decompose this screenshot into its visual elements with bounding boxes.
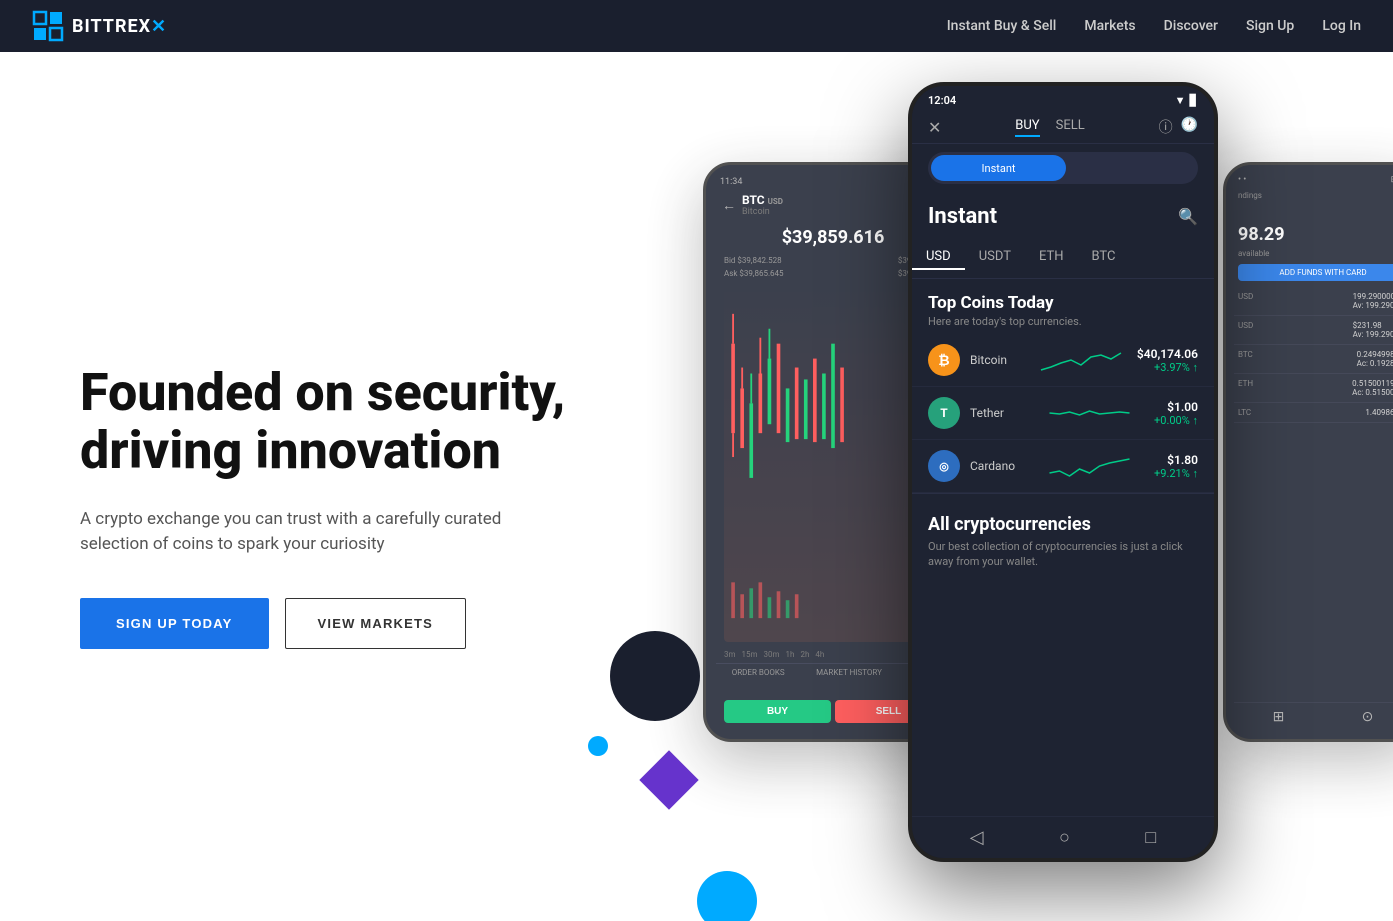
right-row-3: ETH 0.51500119Ac: 0.51500119 <box>1234 374 1393 403</box>
front-header-tabs: BUY SELL <box>1015 118 1084 137</box>
tether-price: $1.00 <box>1154 400 1198 414</box>
coin-row-btc[interactable]: ₿ Bitcoin $40,174.06 +3.97% ↑ <box>912 334 1214 387</box>
phone-nav-bar: ◁ ○ □ <box>912 816 1214 858</box>
phones-container: 11:34 ⚙ • ← BTC USD Bitcoin $39,859.616 … <box>703 82 1393 902</box>
deco-circle-large <box>610 631 700 721</box>
currency-tabs: USD USDT ETH BTC <box>912 237 1214 279</box>
search-icon[interactable]: 🔍 <box>1178 207 1198 226</box>
nav-back-btn[interactable]: ◁ <box>970 827 984 848</box>
right-cta-button[interactable]: ADD FUNDS WITH CARD <box>1238 264 1393 281</box>
deco-diamond <box>639 750 698 809</box>
right-bottom-icons: ⊞ ⊙ <box>1234 702 1393 731</box>
right-available: available <box>1234 249 1393 258</box>
tab-usd[interactable]: USD <box>912 245 965 270</box>
instant-label: Instant <box>928 204 997 229</box>
buy-tab[interactable]: BUY <box>1015 118 1039 137</box>
tether-name: Tether <box>970 406 1025 420</box>
hero-title: Founded on security, driving innovation <box>80 364 600 478</box>
front-status-time: 12:04 <box>928 94 956 107</box>
all-crypto-section: All cryptocurrencies Our best collection… <box>912 493 1214 578</box>
back-arrow-icon: ← <box>722 197 736 214</box>
ada-sparkline <box>1035 451 1144 481</box>
phone-back-right: • • ⊞ ⊙ ndings 98.29 available ADD FUNDS… <box>1223 162 1393 742</box>
nav-sign-up[interactable]: Sign Up <box>1246 18 1294 34</box>
front-header-icons: ⓘ 🕐 <box>1159 117 1198 137</box>
btc-name: Bitcoin <box>970 353 1025 367</box>
btc-icon: ₿ <box>928 344 960 376</box>
nav-recents-btn[interactable]: □ <box>1145 827 1156 848</box>
right-balance: 98.29 <box>1234 204 1393 249</box>
deco-circle-bottom <box>697 871 757 921</box>
battery-icon: ▊ <box>1190 94 1198 107</box>
view-markets-button[interactable]: VIEW MARKETS <box>285 598 467 649</box>
top-coins-title: Top Coins Today <box>928 293 1198 313</box>
back-left-time: 11:34 <box>720 177 742 187</box>
tether-change: +0.00% ↑ <box>1154 414 1198 427</box>
right-holdings-label: ndings <box>1234 187 1393 204</box>
toggle-instant: Instant <box>982 162 1016 175</box>
front-phone-header: ✕ BUY SELL ⓘ 🕐 <box>912 111 1214 144</box>
logo-text: BITTREX✕ <box>72 16 167 37</box>
tab-usdt[interactable]: USDT <box>965 245 1025 270</box>
ada-icon: ◎ <box>928 450 960 482</box>
right-row-4: LTC 1.40986530 <box>1234 403 1393 423</box>
tether-icon: T <box>928 397 960 429</box>
right-rows: USD 199.290000Av: 199.290000 USD $231.98… <box>1234 287 1393 702</box>
wifi-icon: ▼ <box>1175 94 1186 107</box>
nav-home-btn[interactable]: ○ <box>1059 827 1070 848</box>
toggle-container: Instant <box>912 144 1214 192</box>
phone-front: 12:04 ▼ ▊ ✕ BUY SELL ⓘ 🕐 <box>908 82 1218 862</box>
logo-icon <box>32 10 64 42</box>
btc-change: +3.97% ↑ <box>1137 361 1198 374</box>
navbar: BITTREX✕ Instant Buy & Sell Markets Disc… <box>0 0 1393 52</box>
coin-row-usdt[interactable]: T Tether $1.00 +0.00% ↑ <box>912 387 1214 440</box>
navbar-links: Instant Buy & Sell Markets Discover Sign… <box>947 18 1361 34</box>
instant-section: Instant 🔍 <box>912 192 1214 237</box>
right-balance-value: 98.29 <box>1238 224 1285 245</box>
right-grid-icon[interactable]: ⊞ <box>1273 709 1285 725</box>
back-coin-sub: Bitcoin <box>742 207 783 217</box>
deco-circle-small <box>588 736 608 756</box>
tether-values: $1.00 +0.00% ↑ <box>1154 400 1198 427</box>
top-coins-header: Top Coins Today Here are today's top cur… <box>912 279 1214 334</box>
btc-price: $40,174.06 <box>1137 347 1198 361</box>
sell-tab[interactable]: SELL <box>1056 118 1085 137</box>
tether-sparkline <box>1035 398 1144 428</box>
hero-subtitle: A crypto exchange you can trust with a c… <box>80 507 510 558</box>
ada-name: Cardano <box>970 459 1025 473</box>
logo[interactable]: BITTREX✕ <box>32 10 167 42</box>
coin-row-ada[interactable]: ◎ Cardano $1.80 +9.21% ↑ <box>912 440 1214 493</box>
hero-content: Founded on security, driving innovation … <box>80 324 600 648</box>
nav-markets[interactable]: Markets <box>1084 18 1135 34</box>
all-crypto-title: All cryptocurrencies <box>928 514 1198 535</box>
history-icon[interactable]: 🕐 <box>1181 117 1198 137</box>
front-status-icons: ▼ ▊ <box>1175 94 1198 107</box>
ada-values: $1.80 +9.21% ↑ <box>1154 453 1198 480</box>
right-row-2: BTC 0.24949980Ac: 0.1928834 <box>1234 345 1393 374</box>
hero-buttons: SIGN UP TODAY VIEW MARKETS <box>80 598 600 649</box>
right-row-1: USD $231.98Av: 199.290000 <box>1234 316 1393 345</box>
btc-sparkline <box>1035 345 1127 375</box>
back-buy-button[interactable]: BUY <box>724 700 831 723</box>
nav-instant-buy-sell[interactable]: Instant Buy & Sell <box>947 18 1057 34</box>
hero-section: Founded on security, driving innovation … <box>0 52 1393 921</box>
info-icon[interactable]: ⓘ <box>1159 117 1173 137</box>
back-right-dots: • • <box>1238 175 1246 185</box>
ada-change: +9.21% ↑ <box>1154 467 1198 480</box>
right-clock-icon[interactable]: ⊙ <box>1362 709 1374 725</box>
close-icon[interactable]: ✕ <box>928 118 941 137</box>
ada-price: $1.80 <box>1154 453 1198 467</box>
nav-discover[interactable]: Discover <box>1164 18 1218 34</box>
front-status-bar: 12:04 ▼ ▊ <box>912 86 1214 111</box>
top-coins-sub: Here are today's top currencies. <box>928 315 1198 328</box>
nav-log-in[interactable]: Log In <box>1322 18 1361 34</box>
tab-btc[interactable]: BTC <box>1078 245 1130 270</box>
right-row-0: USD 199.290000Av: 199.290000 <box>1234 287 1393 316</box>
sign-up-button[interactable]: SIGN UP TODAY <box>80 598 269 649</box>
btc-values: $40,174.06 +3.97% ↑ <box>1137 347 1198 374</box>
back-coin-title: BTC USD <box>742 193 783 207</box>
tab-eth[interactable]: ETH <box>1025 245 1078 270</box>
all-crypto-sub: Our best collection of cryptocurrencies … <box>928 539 1198 570</box>
